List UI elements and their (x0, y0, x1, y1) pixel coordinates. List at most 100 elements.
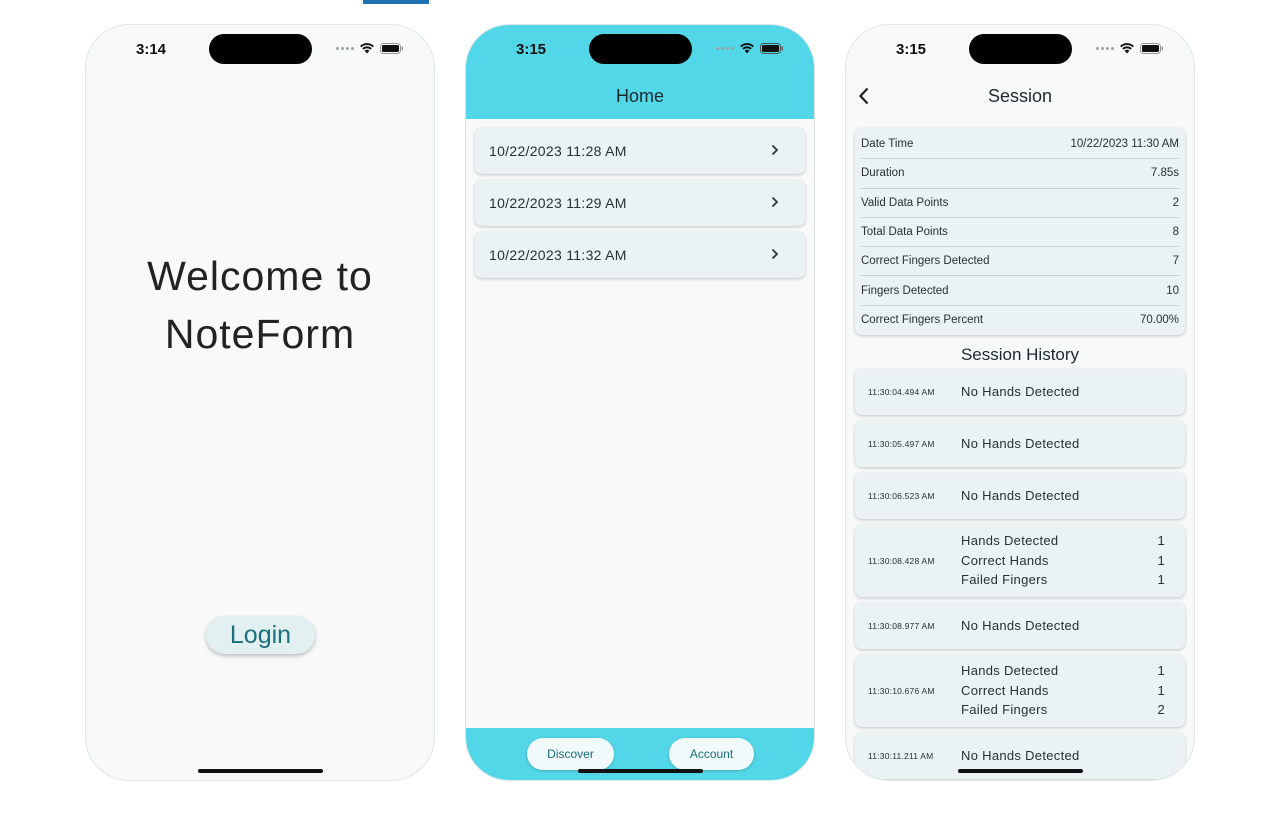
status-bar: 3:15 (466, 25, 814, 73)
history-timestamp: 11:30:08.428 AM (868, 556, 935, 566)
wifi-icon (1119, 42, 1135, 54)
session-list-item[interactable]: 10/22/2023 11:29 AM (475, 180, 805, 226)
chevron-right-icon (771, 247, 779, 265)
page-title: Session (987, 86, 1053, 106)
battery-icon (1140, 42, 1164, 54)
welcome-heading: Welcome to NoteForm (86, 247, 434, 363)
session-date-label: 10/22/2023 11:29 AM (489, 195, 627, 211)
session-list: 10/22/2023 11:28 AM 10/22/2023 11:29 AM … (475, 128, 805, 284)
home-indicator[interactable] (198, 769, 323, 773)
status-icons (716, 42, 784, 54)
history-message: No Hands Detected (961, 384, 1080, 399)
session-screen: 3:15 Session Date Time 10/22/2023 11:30 A… (845, 24, 1195, 781)
wifi-icon (359, 42, 375, 54)
history-stat-row: Hands Detected 1 (961, 533, 1165, 553)
history-item: 11:30:06.523 AM No Hands Detected (855, 473, 1185, 519)
detail-value: 10/22/2023 11:30 AM (1070, 138, 1180, 151)
history-timestamp: 11:30:10.676 AM (868, 686, 935, 696)
history-message: No Hands Detected (961, 436, 1080, 451)
detail-value: 8 (1172, 226, 1179, 239)
history-message: No Hands Detected (961, 618, 1080, 633)
detail-row: Correct Fingers Detected 7 (861, 247, 1179, 277)
stat-label: Correct Hands (961, 552, 1049, 568)
stat-label: Hands Detected (961, 533, 1059, 548)
session-history-heading: Session History (960, 345, 1080, 364)
stat-value: 1 (1157, 552, 1165, 568)
chevron-right-icon (771, 195, 779, 213)
history-timestamp: 11:30:08.977 AM (868, 621, 935, 631)
history-timestamp: 11:30:06.523 AM (868, 491, 935, 501)
stat-label: Hands Detected (961, 663, 1059, 678)
home-indicator[interactable] (958, 769, 1083, 773)
session-history-list: 11:30:04.494 AM No Hands Detected 11:30:… (855, 369, 1185, 780)
dynamic-island (209, 34, 312, 64)
login-button[interactable]: Login (206, 616, 315, 654)
history-item: 11:30:08.428 AM Hands Detected 1 Correct … (855, 525, 1185, 597)
history-timestamp: 11:30:11.211 AM (868, 751, 934, 761)
session-date-label: 10/22/2023 11:28 AM (489, 143, 627, 159)
status-bar: 3:15 (846, 25, 1194, 73)
session-list-item[interactable]: 10/22/2023 11:28 AM (475, 128, 805, 174)
welcome-line-2: NoteForm (164, 311, 356, 357)
history-stats: Hands Detected 1 Correct Hands 1 Failed Fi… (961, 533, 1165, 592)
status-icons (336, 42, 404, 54)
detail-row: Valid Data Points 2 (861, 189, 1179, 218)
stat-label: Failed Fingers (961, 702, 1048, 718)
detail-label: Fingers Detected (861, 284, 949, 297)
stat-value: 1 (1157, 572, 1165, 588)
history-timestamp: 11:30:05.497 AM (868, 439, 935, 449)
detail-label: Date Time (861, 138, 914, 151)
detail-value: 7.85s (1150, 167, 1179, 180)
stat-value: 1 (1157, 663, 1165, 678)
history-stat-row: Correct Hands 1 (961, 553, 1165, 573)
status-icons (1096, 42, 1164, 54)
detail-row: Total Data Points 8 (861, 218, 1179, 248)
stat-value: 1 (1157, 533, 1165, 548)
detail-row: Correct Fingers Percent 70.00% (861, 306, 1179, 335)
home-screen: 3:15 Home 10/22/2023 11:28 AM 10/22/2023… (465, 24, 815, 781)
stat-label: Failed Fingers (961, 572, 1048, 588)
signal-icon (336, 46, 354, 50)
history-timestamp: 11:30:04.494 AM (868, 387, 935, 397)
history-stat-row: Failed Fingers 2 (961, 702, 1165, 722)
detail-label: Total Data Points (861, 226, 948, 239)
detail-label: Duration (861, 167, 905, 180)
history-stat-row: Failed Fingers 1 (961, 572, 1165, 592)
signal-icon (1096, 46, 1114, 50)
history-stat-row: Correct Hands 1 (961, 683, 1165, 703)
dynamic-island (969, 34, 1072, 64)
session-details-card: Date Time 10/22/2023 11:30 AM Duration 7.8… (855, 128, 1185, 336)
history-message: No Hands Detected (961, 748, 1080, 763)
home-indicator[interactable] (578, 769, 703, 773)
dynamic-island (589, 34, 692, 64)
history-item: 11:30:10.676 AM Hands Detected 1 Correct … (855, 655, 1185, 727)
detail-row: Fingers Detected 10 (861, 276, 1179, 306)
battery-icon (760, 42, 784, 54)
detail-label: Correct Fingers Percent (861, 314, 984, 327)
welcome-screen: 3:14 Welcome to NoteForm Login (85, 24, 435, 781)
detail-row: Date Time 10/22/2023 11:30 AM (861, 130, 1180, 160)
status-time: 3:14 (136, 41, 167, 58)
stat-label: Correct Hands (961, 682, 1049, 698)
history-stat-row: Hands Detected 1 (961, 663, 1165, 683)
detail-label: Valid Data Points (861, 196, 949, 209)
history-item: 11:30:05.497 AM No Hands Detected (855, 421, 1185, 467)
discover-button[interactable]: Discover (527, 738, 614, 770)
account-button[interactable]: Account (669, 738, 754, 770)
detail-value: 70.00% (1139, 314, 1179, 327)
detail-value: 2 (1172, 196, 1179, 209)
history-message: No Hands Detected (961, 488, 1080, 503)
top-accent-bar (363, 0, 429, 4)
status-time: 3:15 (896, 41, 927, 58)
history-item: 11:30:08.977 AM No Hands Detected (855, 603, 1185, 649)
detail-value: 10 (1166, 284, 1179, 297)
session-list-item[interactable]: 10/22/2023 11:32 AM (475, 232, 805, 278)
battery-icon (380, 42, 404, 54)
detail-label: Correct Fingers Detected (861, 255, 990, 268)
welcome-line-1: Welcome to (147, 253, 373, 299)
detail-row: Duration 7.85s (861, 159, 1179, 189)
status-bar: 3:14 (86, 25, 434, 73)
stat-value: 2 (1157, 702, 1165, 718)
history-stats: Hands Detected 1 Correct Hands 1 Failed Fi… (961, 663, 1165, 722)
wifi-icon (739, 42, 755, 54)
